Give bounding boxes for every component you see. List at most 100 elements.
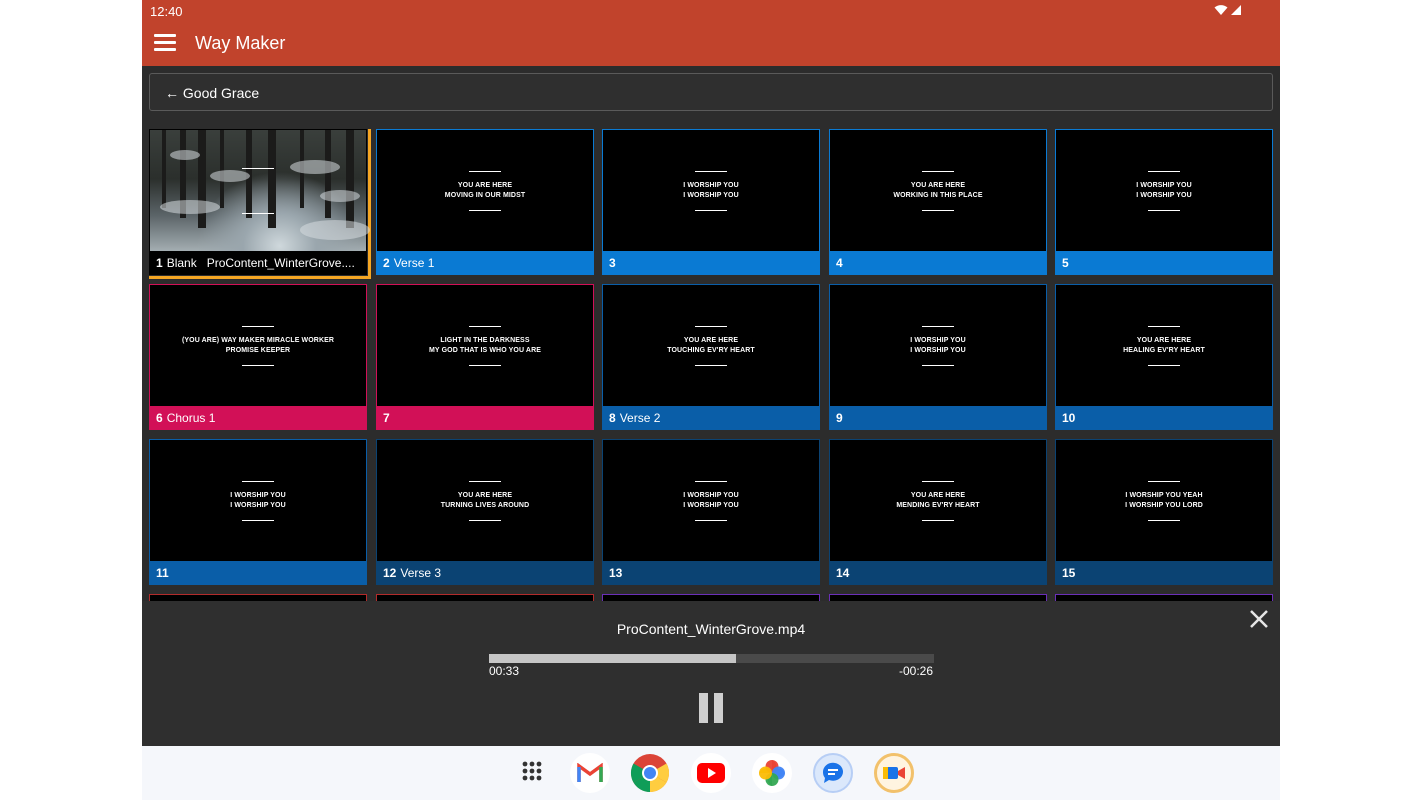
slide-partial[interactable] bbox=[829, 594, 1047, 601]
divider-line bbox=[469, 520, 501, 521]
slide-lyrics: YOU ARE HERE TOUCHING EV'RY HEART bbox=[667, 337, 755, 354]
slide-label: 5 bbox=[1056, 251, 1272, 274]
slide-lyrics: YOU ARE HERE TURNING LIVES AROUND bbox=[440, 492, 530, 509]
remaining-time: -00:26 bbox=[899, 664, 934, 678]
back-to-playlist-button[interactable]: ← Good Grace bbox=[149, 73, 1273, 111]
progress-bar[interactable] bbox=[489, 654, 934, 663]
slide-partial[interactable] bbox=[376, 594, 594, 601]
divider-line bbox=[695, 171, 727, 172]
divider-line bbox=[695, 481, 727, 482]
slide-number: 9 bbox=[836, 411, 843, 425]
status-bar: 12:40 bbox=[142, 0, 1280, 22]
slide-preview: I WORSHIP YOU YEAH I WORSHIP YOU LORD bbox=[1056, 440, 1272, 562]
slide-number: 11 bbox=[156, 566, 169, 580]
slide-number: 10 bbox=[1062, 411, 1076, 425]
chrome-icon[interactable] bbox=[630, 753, 670, 793]
slide-8[interactable]: YOU ARE HERE TOUCHING EV'RY HEART 8 Verse … bbox=[602, 284, 820, 430]
slide-label: 10 bbox=[1056, 406, 1272, 429]
slide-number: 4 bbox=[836, 256, 843, 270]
divider-line bbox=[695, 210, 727, 211]
slide-3[interactable]: I WORSHIP YOU I WORSHIP YOU 3 bbox=[602, 129, 820, 275]
device-screen: 12:40 Way Maker ← Good Grace 1 Blank ProCo… bbox=[142, 0, 1280, 800]
slide-label: 15 bbox=[1056, 561, 1272, 584]
slide-preview: I WORSHIP YOU I WORSHIP YOU bbox=[603, 130, 819, 252]
slide-number: 13 bbox=[609, 566, 623, 580]
divider-line bbox=[695, 326, 727, 327]
slide-preview: I WORSHIP YOU I WORSHIP YOU bbox=[830, 285, 1046, 407]
menu-icon[interactable] bbox=[154, 34, 176, 52]
slide-5[interactable]: I WORSHIP YOU I WORSHIP YOU 5 bbox=[1055, 129, 1273, 275]
messages-icon[interactable] bbox=[813, 753, 853, 793]
divider-line bbox=[922, 171, 954, 172]
slide-group: Blank bbox=[166, 256, 197, 270]
slide-lyrics: I WORSHIP YOU YEAH I WORSHIP YOU LORD bbox=[1125, 492, 1203, 509]
slide-partial[interactable] bbox=[602, 594, 820, 601]
media-player: ProContent_WinterGrove.mp4 00:33 -00:26 bbox=[142, 601, 1280, 746]
slide-partial[interactable] bbox=[1055, 594, 1273, 601]
slide-number: 7 bbox=[383, 411, 390, 425]
slide-label: 11 bbox=[150, 561, 366, 584]
meet-icon[interactable] bbox=[874, 753, 914, 793]
slide-13[interactable]: I WORSHIP YOU I WORSHIP YOU 13 bbox=[602, 439, 820, 585]
divider-line bbox=[469, 171, 501, 172]
slide-lyrics: I WORSHIP YOU I WORSHIP YOU bbox=[1136, 182, 1192, 199]
slide-preview bbox=[150, 130, 370, 252]
slide-2[interactable]: YOU ARE HERE MOVING IN OUR MIDST 2 Verse 1 bbox=[376, 129, 594, 275]
slide-preview: I WORSHIP YOU I WORSHIP YOU bbox=[150, 440, 366, 562]
divider-line bbox=[695, 365, 727, 366]
slide-number: 6 bbox=[156, 411, 163, 425]
divider-line bbox=[1148, 520, 1180, 521]
slide-label: 7 bbox=[377, 406, 593, 429]
slide-number: 8 bbox=[609, 411, 616, 425]
slide-preview: YOU ARE HERE MOVING IN OUR MIDST bbox=[377, 130, 593, 252]
progress-fill bbox=[489, 654, 736, 663]
slide-6[interactable]: (YOU ARE) WAY MAKER MIRACLE WORKER PROMI… bbox=[149, 284, 367, 430]
slide-14[interactable]: YOU ARE HERE MENDING EV'RY HEART 14 bbox=[829, 439, 1047, 585]
slide-label: 14 bbox=[830, 561, 1046, 584]
slide-9[interactable]: I WORSHIP YOU I WORSHIP YOU 9 bbox=[829, 284, 1047, 430]
slide-15[interactable]: I WORSHIP YOU YEAH I WORSHIP YOU LORD 15 bbox=[1055, 439, 1273, 585]
youtube-icon[interactable] bbox=[691, 753, 731, 793]
divider-line bbox=[469, 326, 501, 327]
divider-line bbox=[922, 210, 954, 211]
slide-11[interactable]: I WORSHIP YOU I WORSHIP YOU 11 bbox=[149, 439, 367, 585]
slide-7[interactable]: LIGHT IN THE DARKNESS MY GOD THAT IS WHO… bbox=[376, 284, 594, 430]
apps-grid-icon[interactable] bbox=[514, 753, 554, 793]
slide-label: 3 bbox=[603, 251, 819, 274]
slide-preview: YOU ARE HERE HEALING EV'RY HEART bbox=[1056, 285, 1272, 407]
slide-lyrics: YOU ARE HERE WORKING IN THIS PLACE bbox=[893, 182, 983, 199]
gmail-icon[interactable] bbox=[570, 753, 610, 793]
slide-1[interactable]: 1 Blank ProContent_WinterGrove.... bbox=[149, 129, 371, 279]
divider-line bbox=[469, 210, 501, 211]
slide-preview: YOU ARE HERE TOUCHING EV'RY HEART bbox=[603, 285, 819, 407]
slide-group: Verse 1 bbox=[393, 256, 435, 270]
slide-media-name: ProContent_WinterGrove.... bbox=[206, 256, 355, 270]
slide-preview: I WORSHIP YOU I WORSHIP YOU bbox=[1056, 130, 1272, 252]
divider-line bbox=[695, 520, 727, 521]
slide-4[interactable]: YOU ARE HERE WORKING IN THIS PLACE 4 bbox=[829, 129, 1047, 275]
divider-line bbox=[1148, 481, 1180, 482]
slide-label: 13 bbox=[603, 561, 819, 584]
slide-group: Verse 3 bbox=[400, 566, 442, 580]
slide-lyrics: LIGHT IN THE DARKNESS MY GOD THAT IS WHO… bbox=[428, 337, 541, 354]
slide-lyrics: YOU ARE HERE HEALING EV'RY HEART bbox=[1123, 337, 1205, 354]
photos-icon[interactable] bbox=[752, 753, 792, 793]
divider-line bbox=[922, 481, 954, 482]
divider-line bbox=[1148, 171, 1180, 172]
slide-number: 12 bbox=[383, 566, 397, 580]
divider-line bbox=[242, 168, 274, 169]
app-bar: Way Maker bbox=[142, 22, 1280, 66]
divider-line bbox=[1148, 210, 1180, 211]
winter-grove-thumbnail bbox=[150, 130, 370, 252]
app-dock bbox=[142, 746, 1280, 800]
slide-12[interactable]: YOU ARE HERE TURNING LIVES AROUND 12 Verse… bbox=[376, 439, 594, 585]
divider-line bbox=[1148, 326, 1180, 327]
pause-icon[interactable] bbox=[699, 693, 723, 723]
slide-10[interactable]: YOU ARE HERE HEALING EV'RY HEART 10 bbox=[1055, 284, 1273, 430]
slide-number: 14 bbox=[836, 566, 850, 580]
divider-line bbox=[922, 365, 954, 366]
slide-partial[interactable] bbox=[149, 594, 367, 601]
divider-line bbox=[1148, 365, 1180, 366]
slide-lyrics: YOU ARE HERE MOVING IN OUR MIDST bbox=[444, 182, 526, 199]
close-icon[interactable] bbox=[1249, 609, 1269, 629]
